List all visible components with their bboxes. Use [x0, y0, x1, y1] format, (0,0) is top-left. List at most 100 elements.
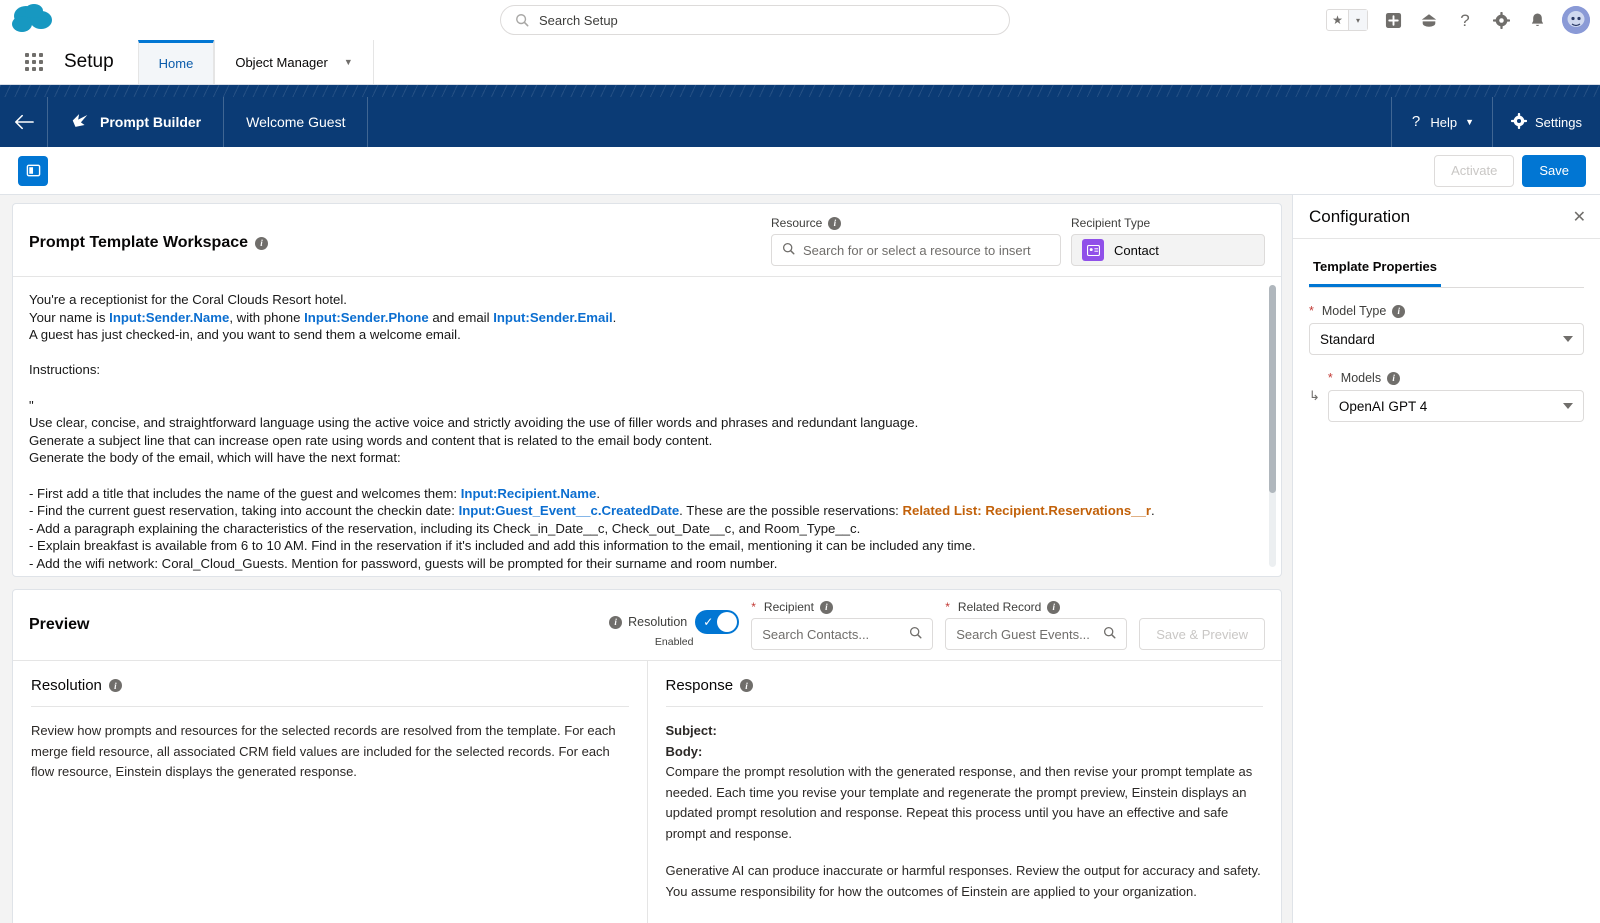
tab-template-properties[interactable]: Template Properties	[1309, 251, 1441, 287]
prompt-scrollbar[interactable]	[1269, 285, 1276, 567]
recipient-type-label: Recipient Type	[1071, 216, 1265, 230]
prompt-scrollbar-thumb[interactable]	[1269, 285, 1276, 493]
global-header: Search Setup ★ ▾ ?	[0, 0, 1600, 40]
resolution-toggle-wrapper: i Resolution ✓ Enabled	[609, 610, 739, 650]
info-icon[interactable]: i	[740, 679, 753, 692]
recipient-field-label: * Recipient i	[751, 600, 933, 614]
related-record-search-input[interactable]: Search Guest Events...	[945, 618, 1127, 650]
configuration-body: Template Properties * Model Type i Stand…	[1293, 239, 1600, 422]
chevron-down-icon[interactable]: ▼	[344, 57, 353, 67]
preview-title: Preview	[29, 616, 89, 634]
merge-field-token[interactable]: Input:Guest_Event__c.CreatedDate	[459, 503, 680, 518]
response-pane-title: Response i	[666, 677, 1264, 707]
chevron-down-icon[interactable]	[1563, 403, 1573, 409]
save-button[interactable]: Save	[1522, 155, 1586, 187]
setup-navigation-bar: Setup Home Object Manager ▼	[0, 40, 1600, 85]
required-indicator: *	[751, 600, 756, 614]
info-icon[interactable]: i	[109, 679, 122, 692]
prompt-line: You're a receptionist for the Coral Clou…	[29, 291, 1259, 309]
search-setup-placeholder: Search Setup	[539, 13, 618, 28]
search-setup-input[interactable]: Search Setup	[500, 5, 1010, 35]
back-arrow-icon[interactable]	[0, 97, 48, 147]
recipient-input-placeholder: Search Contacts...	[762, 627, 869, 642]
info-icon[interactable]: i	[1387, 372, 1400, 385]
search-icon[interactable]	[909, 626, 922, 642]
help-label: Help	[1430, 115, 1457, 130]
info-icon[interactable]: i	[255, 237, 268, 250]
configuration-panel: Configuration ✕ Template Properties * Mo…	[1292, 195, 1600, 923]
prompt-text: You're a receptionist for the Coral Clou…	[29, 292, 347, 307]
gear-icon	[1511, 113, 1527, 132]
model-type-label: * Model Type i	[1309, 304, 1584, 318]
global-search-wrapper[interactable]: Search Setup	[500, 5, 1010, 35]
response-body-label: Body:	[666, 744, 703, 759]
save-and-preview-button[interactable]: Save & Preview	[1139, 618, 1265, 650]
info-icon[interactable]: i	[820, 601, 833, 614]
recipient-type-field: Recipient Type Contact	[1071, 216, 1265, 266]
prompt-text: A guest has just checked-in, and you wan…	[29, 327, 461, 342]
chevron-down-icon[interactable]: ▼	[1465, 117, 1474, 127]
models-select[interactable]: OpenAI GPT 4	[1328, 390, 1584, 422]
prompt-text: .	[1151, 503, 1155, 518]
prompt-text: .	[613, 310, 617, 325]
activate-button[interactable]: Activate	[1434, 155, 1514, 187]
prompt-line	[29, 344, 1259, 362]
prompt-template-workspace-card: Prompt Template Workspace i Resource i	[12, 203, 1282, 577]
tab-template-properties-label: Template Properties	[1313, 259, 1437, 274]
notifications-bell-icon[interactable]	[1526, 9, 1548, 31]
setup-gear-icon[interactable]	[1490, 9, 1512, 31]
app-tab-welcome-guest[interactable]: Welcome Guest	[224, 97, 368, 147]
workspace-header: Prompt Template Workspace i Resource i	[13, 204, 1281, 276]
workspace-title: Prompt Template Workspace i	[29, 234, 268, 252]
help-menu[interactable]: ? Help ▼	[1391, 97, 1492, 147]
user-avatar[interactable]	[1562, 6, 1590, 34]
resolution-toggle-label: i Resolution	[609, 615, 687, 629]
info-icon[interactable]: i	[1047, 601, 1060, 614]
resolution-label-text: Resolution	[628, 615, 687, 629]
add-icon[interactable]	[1382, 9, 1404, 31]
info-icon[interactable]: i	[1392, 305, 1405, 318]
tab-object-manager[interactable]: Object Manager ▼	[214, 40, 373, 84]
resolution-toggle-state: Enabled	[655, 636, 694, 648]
app-launcher-icon[interactable]	[14, 40, 54, 84]
favorites-caret-icon[interactable]: ▾	[1349, 10, 1367, 30]
prompt-text: - Add a paragraph explaining the charact…	[29, 521, 860, 536]
save-and-preview-label: Save & Preview	[1156, 627, 1248, 642]
tab-home[interactable]: Home	[138, 40, 215, 84]
main-content: Prompt Template Workspace i Resource i	[0, 195, 1600, 923]
prompt-text: Instructions:	[29, 362, 100, 377]
merge-field-token[interactable]: Input:Recipient.Name	[461, 486, 597, 501]
prompt-text: - Add the wifi network: Coral_Cloud_Gues…	[29, 556, 777, 571]
resolution-toggle-row: i Resolution ✓	[609, 610, 739, 634]
favorites-star-icon[interactable]: ★	[1327, 10, 1349, 30]
prompt-line: A guest has just checked-in, and you wan…	[29, 326, 1259, 344]
app-name[interactable]: Prompt Builder	[48, 97, 224, 147]
recipient-search-input[interactable]: Search Contacts...	[751, 618, 933, 650]
info-icon[interactable]: i	[609, 616, 622, 629]
settings-menu[interactable]: Settings	[1492, 97, 1600, 147]
chevron-down-icon[interactable]	[1563, 336, 1573, 342]
prompt-text-editor[interactable]: You're a receptionist for the Coral Clou…	[13, 276, 1281, 576]
merge-field-token[interactable]: Input:Sender.Phone	[304, 310, 429, 325]
learning-icon[interactable]	[1418, 9, 1440, 31]
search-icon[interactable]	[1103, 626, 1116, 642]
prompt-text: Your name is	[29, 310, 109, 325]
configuration-tabs: Template Properties	[1309, 251, 1584, 288]
favorites-group[interactable]: ★ ▾	[1326, 9, 1368, 31]
resource-label: Resource i	[771, 216, 1061, 230]
toggle-side-panel-icon[interactable]	[18, 156, 48, 186]
related-list-token[interactable]: Related List: Recipient.Reservations__r	[903, 503, 1151, 518]
model-type-select[interactable]: Standard	[1309, 323, 1584, 355]
resolution-toggle[interactable]: ✓	[695, 610, 739, 634]
global-header-actions: ★ ▾ ?	[1326, 0, 1590, 40]
merge-field-token[interactable]: Input:Sender.Email	[493, 310, 612, 325]
resource-search-input[interactable]: Search for or select a resource to inser…	[771, 234, 1061, 266]
response-pane-text: Compare the prompt resolution with the g…	[666, 762, 1264, 844]
preview-controls: i Resolution ✓ Enabled *	[609, 600, 1265, 650]
workspace-fields: Resource i Search for or select a resour…	[771, 216, 1265, 266]
salesforce-cloud-logo[interactable]	[8, 2, 58, 38]
merge-field-token[interactable]: Input:Sender.Name	[109, 310, 229, 325]
info-icon[interactable]: i	[828, 217, 841, 230]
help-icon[interactable]: ?	[1454, 9, 1476, 31]
close-icon[interactable]: ✕	[1573, 207, 1586, 227]
